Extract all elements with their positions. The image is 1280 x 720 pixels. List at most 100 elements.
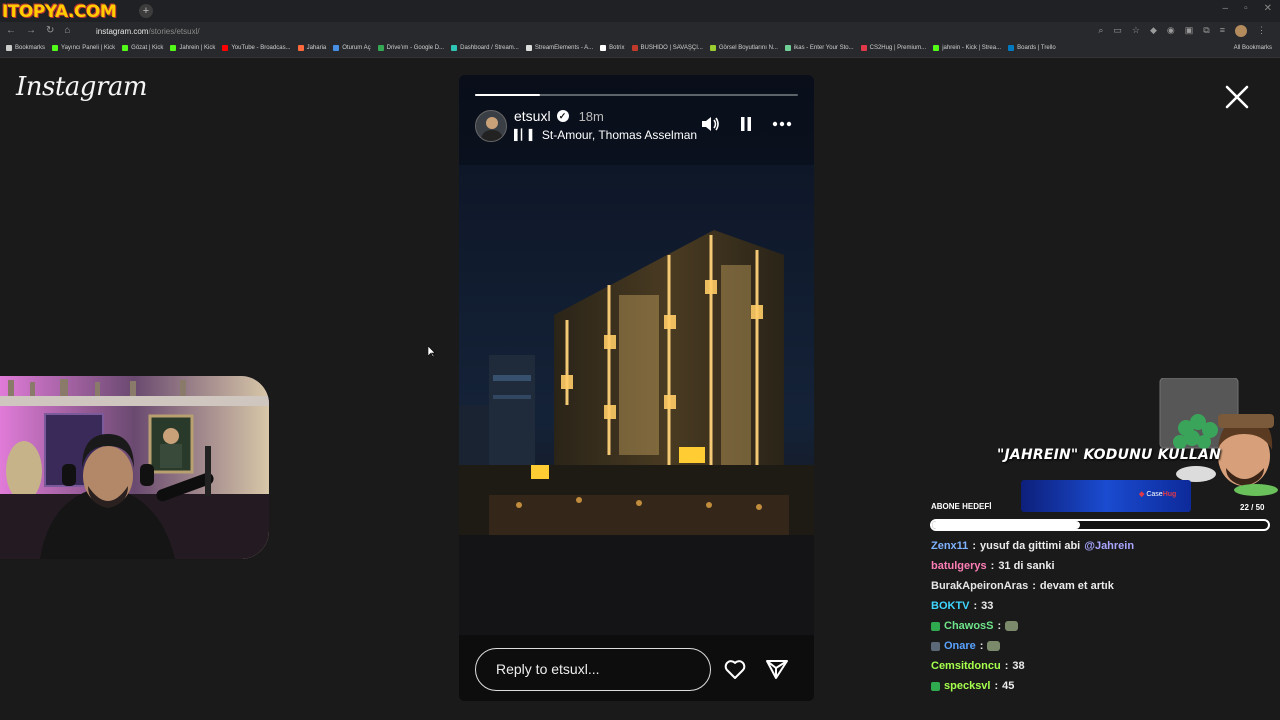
chat-username[interactable]: Onare (944, 640, 976, 652)
more-options-icon[interactable] (771, 115, 793, 133)
chat-emote-icon (987, 641, 1001, 651)
minimize-button[interactable]: – (1223, 3, 1229, 14)
close-window-button[interactable]: ✕ (1264, 3, 1272, 14)
bookmark-item[interactable]: Drive'ım - Google D... (377, 45, 445, 51)
chat-message: BOKTV :33 (931, 596, 1271, 616)
story-actions (723, 657, 789, 681)
kebab-menu-icon[interactable]: ⋮ (1257, 25, 1266, 37)
bookmark-label: Gözat | Kick (131, 45, 164, 51)
music-bars-icon: ▌▏▌ (514, 129, 536, 141)
url-host: instagram.com (96, 27, 149, 36)
bookmark-favicon-icon (52, 45, 59, 51)
streamer-webcam (0, 376, 269, 559)
bookmark-favicon-icon (377, 45, 384, 51)
itopya-logo: ITOPYA.COM (2, 2, 117, 22)
bookmark-label: Boards | Trello (1017, 45, 1056, 51)
bookmark-item[interactable]: Boards | Trello (1008, 45, 1056, 51)
bookmark-item[interactable]: Görsel Boyutlarını N... (709, 45, 778, 51)
cast-icon[interactable]: ▭ (1113, 25, 1122, 37)
extension-icon[interactable]: ◆ (1150, 25, 1157, 37)
bookmark-favicon-icon (933, 45, 940, 51)
bookmark-label: StreamElements - A... (534, 45, 594, 51)
bookmark-label: Drive'ım - Google D... (386, 45, 445, 51)
story-progress-bar (475, 94, 798, 96)
extension-icon[interactable]: ◉ (1167, 25, 1175, 37)
chat-message: ChawosS : (931, 616, 1271, 636)
close-icon[interactable] (1224, 84, 1250, 110)
bookmark-label: Jahrein | Kick (179, 45, 216, 51)
bookmark-item[interactable]: ikas - Enter Your Sto... (784, 45, 854, 51)
chat-username[interactable]: batulgerys (931, 560, 987, 572)
menu-icon[interactable]: ≡ (1220, 25, 1225, 37)
puzzle-icon[interactable]: ⧉ (1203, 25, 1209, 37)
mouse-cursor-icon (428, 346, 436, 358)
story-viewer[interactable]: ​ etsuxl ✓ 18m ▌▏▌ St-Amour, Thomas A (459, 75, 814, 701)
bookmark-item[interactable]: Yayıncı Paneli | Kick (52, 45, 115, 51)
bookmark-favicon-icon (170, 45, 177, 51)
bookmarks-bar: Bookmarks Yayıncı Paneli | Kick Gözat | Ki… (0, 42, 1280, 58)
story-user-avatar[interactable] (475, 110, 507, 142)
bookmark-item[interactable]: YouTube - Broadcas... (222, 45, 291, 51)
chat-message: BurakApeironAras : devam et artık (931, 576, 1271, 596)
story-username[interactable]: etsuxl (514, 108, 551, 124)
extension-icon[interactable]: ▣ (1185, 25, 1194, 37)
stream-chat: Zenx11 : yusuf da gittimi abi @Jahrein batu… (931, 536, 1271, 696)
story-music[interactable]: ▌▏▌ St-Amour, Thomas Asselman (514, 128, 697, 142)
bookmark-item[interactable]: Jaharia (297, 45, 326, 51)
star-icon[interactable]: ☆ (1132, 25, 1140, 37)
home-icon[interactable]: ⌂ (64, 25, 70, 36)
bookmark-item[interactable]: Jahrein | Kick (170, 45, 215, 51)
chat-message: Onare : (931, 636, 1271, 656)
bookmarks-list: Bookmarks Yayıncı Paneli | Kick Gözat | Ki… (6, 45, 1056, 51)
verified-badge-icon: ✓ (556, 110, 569, 122)
chat-badge-icon (931, 621, 940, 631)
zoom-icon[interactable]: ⌕ (1098, 25, 1103, 37)
story-controls (699, 115, 793, 133)
chat-username[interactable]: specksvl (944, 680, 990, 692)
volume-icon[interactable] (699, 115, 721, 133)
bookmark-item[interactable]: Oturum Aç (333, 45, 371, 51)
reload-icon[interactable]: ↻ (46, 25, 54, 36)
back-icon[interactable]: ← (6, 25, 16, 36)
bookmark-item[interactable]: Dashboard / Stream... (451, 45, 519, 51)
reply-input[interactable]: Reply to etsuxl... (475, 648, 711, 691)
instagram-logo[interactable]: Instagram (16, 72, 148, 102)
all-bookmarks-button[interactable]: All Bookmarks (1234, 45, 1272, 51)
screen: ITOPYA.COM + – ▫ ✕ ← → ↻ ⌂ instagram.com… (0, 0, 1280, 720)
bookmark-label: CS2Hug | Premium... (869, 45, 927, 51)
new-tab-button[interactable]: + (139, 4, 153, 18)
story-time: 18m (578, 108, 604, 124)
bookmark-favicon-icon (860, 45, 867, 51)
share-send-icon[interactable] (765, 657, 789, 681)
maximize-button[interactable]: ▫ (1244, 3, 1248, 14)
bookmark-label: Görsel Boyutlarını N... (718, 45, 778, 51)
bookmark-item[interactable]: StreamElements - A... (525, 45, 594, 51)
bookmark-item[interactable]: jahrein - Kick | Strea... (933, 45, 1001, 51)
bookmark-item[interactable]: Bookmarks (6, 45, 45, 51)
pause-icon[interactable] (735, 115, 757, 133)
chat-badge-icon (931, 681, 940, 691)
forward-icon[interactable]: → (26, 25, 36, 36)
url-field[interactable]: instagram.com/stories/etsuxl/ (84, 24, 1084, 40)
bookmark-favicon-icon (1008, 45, 1015, 51)
bookmark-item[interactable]: Botrix (600, 45, 625, 51)
bookmark-label: YouTube - Broadcas... (231, 45, 291, 51)
bookmark-label: ikas - Enter Your Sto... (793, 45, 854, 51)
chat-username[interactable]: BurakApeironAras (931, 580, 1028, 592)
chat-username[interactable]: Cemsitdoncu (931, 660, 1001, 672)
window-controls: – ▫ ✕ (1223, 3, 1273, 14)
bookmark-item[interactable]: CS2Hug | Premium... (860, 45, 927, 51)
chat-username[interactable]: ChawosS (944, 620, 994, 632)
chat-mention[interactable]: @Jahrein (1084, 540, 1134, 552)
profile-avatar[interactable] (1235, 25, 1247, 37)
chat-message: specksvl :45 (931, 676, 1271, 696)
bookmark-item[interactable]: BUSHIDO | SAVAŞÇI... (631, 45, 703, 51)
chat-username[interactable]: Zenx11 (931, 540, 968, 552)
bookmark-item[interactable]: Gözat | Kick (122, 45, 163, 51)
chat-text: yusuf da gittimi abi (979, 540, 1081, 552)
heart-icon[interactable] (723, 657, 747, 681)
chat-badge-icon (931, 641, 940, 651)
chat-username[interactable]: BOKTV (931, 600, 970, 612)
promo-code-text: "JAHREIN" KODUNU KULLAN (997, 447, 1222, 463)
subscriber-goal-bar (930, 519, 1270, 531)
